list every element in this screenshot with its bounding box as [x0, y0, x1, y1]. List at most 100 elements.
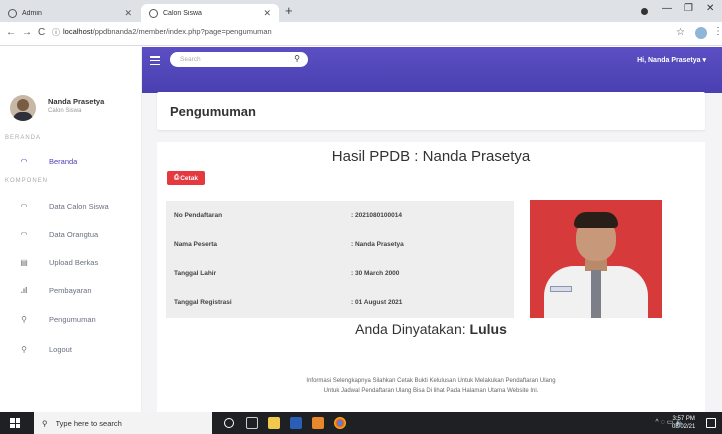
section-label-beranda: BERANDA [5, 135, 42, 141]
bar-chart-icon: .ıl [20, 285, 28, 295]
url-path: /ppdbnanda2/member/index.php?page=pengum… [92, 27, 272, 36]
info-row-tanggal-lahir: Tanggal Lahir : 30 March 2000 [166, 259, 514, 288]
field-value: : Nanda Prasetya [351, 241, 404, 248]
field-label: No Pendaftaran [174, 212, 223, 219]
verdict-prefix: Anda Dinyatakan: [355, 321, 470, 337]
sidebar-item-data-calon-siswa[interactable]: ◠ Data Calon Siswa [0, 197, 141, 215]
tab-title: Admin [22, 9, 42, 17]
page-header: Pengumuman [157, 92, 705, 130]
section-label-komponen: KOMPONEN [5, 178, 49, 184]
sidebar-item-label: Logout [49, 344, 72, 354]
user-menu[interactable]: Hi, Nanda Prasetya ▾ [637, 56, 706, 64]
student-photo [530, 200, 662, 318]
close-icon[interactable]: ✕ [124, 8, 132, 19]
hamburger-menu-icon[interactable] [150, 56, 160, 67]
sidebar-item-label: Pembayaran [49, 285, 92, 295]
browser-tab-bar: Admin ✕ Calon Siswa ✕ + — ❐ ✕ [0, 0, 722, 22]
verdict-status: Lulus [469, 321, 507, 337]
main-content: ⚲ Hi, Nanda Prasetya ▾ Pengumuman Hasil … [142, 47, 722, 412]
field-label: Tanggal Lahir [174, 270, 217, 277]
search-icon: ⚲ [42, 418, 48, 428]
info-row-tanggal-registrasi: Tanggal Registrasi : 01 August 2021 [166, 288, 514, 317]
search-input[interactable] [170, 52, 280, 67]
info-note: Informasi Selengkapnya Silahkan Cetak Bu… [157, 376, 705, 396]
globe-icon [149, 8, 158, 18]
address-bar: ← → C ⓘ localhost/ppdbnanda2/member/inde… [0, 22, 722, 46]
restore-icon[interactable]: ❐ [684, 3, 693, 14]
window-close-icon[interactable]: ✕ [706, 3, 714, 14]
field-label: Nama Peserta [174, 241, 217, 248]
globe-icon [8, 8, 17, 18]
clock-date: 08/02/21 [672, 424, 696, 430]
dashboard-icon: ◠ [20, 156, 28, 166]
document-icon: ▤ [20, 257, 28, 267]
print-button[interactable]: ⎙ Cetak [167, 171, 205, 185]
windows-start-icon[interactable] [10, 418, 20, 428]
file-explorer-icon[interactable] [268, 417, 280, 429]
task-view-icon[interactable] [246, 417, 258, 429]
tab-admin[interactable]: Admin ✕ [0, 4, 140, 22]
sidebar-item-label: Beranda [49, 156, 78, 166]
sidebar-item-label: Upload Berkas [49, 257, 99, 267]
sidebar-item-pengumuman[interactable]: ⚲ Pengumuman [0, 310, 141, 328]
forward-icon[interactable]: → [22, 27, 32, 38]
search-box: ⚲ [170, 52, 308, 67]
taskbar-search-input[interactable] [55, 418, 206, 428]
info-row-no-pendaftaran: No Pendaftaran : 2021080100014 [166, 201, 514, 230]
gauge-icon: ◠ [20, 201, 28, 211]
notification-icon[interactable] [706, 418, 716, 428]
result-title: Hasil PPDB : Nanda Prasetya [331, 148, 531, 165]
url-host: localhost [63, 27, 93, 36]
tab-calon-siswa[interactable]: Calon Siswa ✕ [141, 4, 279, 22]
sidebar-item-upload-berkas[interactable]: ▤ Upload Berkas [0, 253, 141, 271]
page-title: Pengumuman [170, 104, 256, 119]
cortana-icon[interactable] [224, 418, 234, 428]
star-icon[interactable]: ☆ [676, 27, 685, 38]
avatar [10, 95, 36, 121]
verdict: Anda Dinyatakan: Lulus [157, 321, 705, 337]
tab-title: Calon Siswa [163, 9, 202, 17]
field-value: : 01 August 2021 [351, 299, 403, 306]
info-icon[interactable]: ⓘ [52, 27, 60, 38]
sidebar: Nanda Prasetya Calon Siswa BERANDA ◠ Ber… [0, 47, 142, 412]
sidebar-item-label: Data Calon Siswa [49, 201, 109, 211]
word-icon[interactable] [290, 417, 302, 429]
sidebar-item-pembayaran[interactable]: .ıl Pembayaran [0, 281, 141, 299]
app-icon[interactable] [312, 417, 324, 429]
user-role: Calon Siswa [48, 108, 82, 114]
info-row-nama-peserta: Nama Peserta : Nanda Prasetya [166, 230, 514, 259]
search-icon[interactable]: ⚲ [294, 54, 300, 63]
caret-down-icon: ▾ [702, 57, 706, 64]
taskbar-search: ⚲ [34, 412, 212, 434]
pin-icon: ⚲ [21, 344, 27, 354]
clock[interactable]: 3:57 PM 08/02/21 [672, 415, 695, 431]
sidebar-item-label: Pengumuman [49, 314, 96, 324]
sidebar-item-data-orangtua[interactable]: ◠ Data Orangtua [0, 225, 141, 243]
back-icon[interactable]: ← [6, 27, 16, 38]
field-value: : 2021080100014 [351, 212, 402, 219]
sidebar-item-label: Data Orangtua [49, 229, 99, 239]
field-value: : 30 March 2000 [351, 270, 400, 277]
result-card: Hasil PPDB : Nanda Prasetya ⎙ Cetak No P… [157, 142, 705, 412]
info-note-line: Untuk Jadwal Pendaftaran Ulang Bisa Di l… [323, 388, 539, 394]
clock-time: 3:57 PM [672, 416, 695, 422]
registration-info-table: No Pendaftaran : 2021080100014 Nama Pese… [166, 201, 514, 318]
record-icon[interactable] [641, 8, 648, 15]
more-menu-icon[interactable]: ⋮ [713, 26, 722, 37]
print-icon: ⎙ [174, 174, 180, 181]
profile-avatar[interactable] [695, 27, 707, 39]
close-icon[interactable]: ✕ [263, 8, 271, 19]
new-tab-button[interactable]: + [285, 3, 293, 18]
reload-icon[interactable]: C [38, 27, 45, 38]
taskbar: ⚲ ^ ◌ ▭ 🔈 3:57 PM 08/02/21 [0, 412, 722, 434]
greeting-text: Hi, Nanda Prasetya [637, 57, 701, 64]
top-navbar: ⚲ Hi, Nanda Prasetya ▾ [142, 47, 722, 93]
sidebar-item-beranda[interactable]: ◠ Beranda [0, 152, 141, 170]
chrome-icon[interactable] [334, 417, 346, 429]
user-name: Nanda Prasetya [48, 97, 105, 106]
minimize-icon[interactable]: — [662, 3, 672, 14]
url-field[interactable]: localhost/ppdbnanda2/member/index.php?pa… [63, 27, 272, 36]
field-label: Tanggal Registrasi [174, 299, 232, 306]
gauge-icon: ◠ [20, 229, 28, 239]
sidebar-item-logout[interactable]: ⚲ Logout [0, 340, 141, 358]
